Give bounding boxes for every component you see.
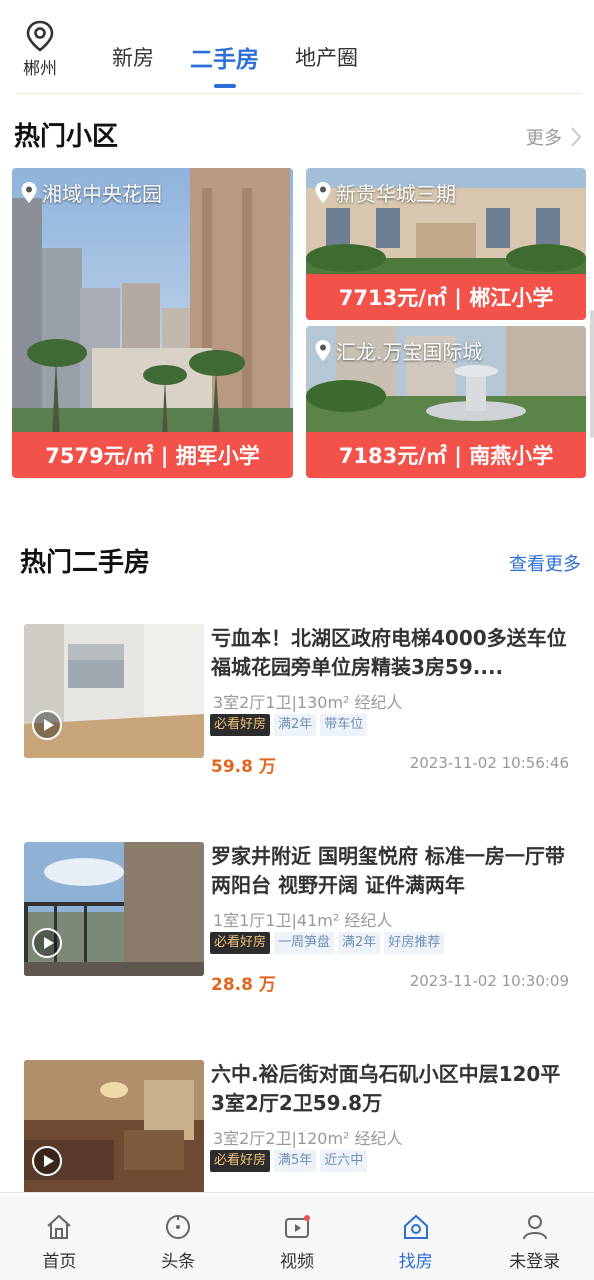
listing-meta: 3室2厅1卫|130m² 经纪人 [213,693,403,712]
community-name-text: 汇龙.万宝国际城 [336,340,483,364]
listing-thumbnail [24,624,204,758]
headline-icon [166,1215,191,1239]
community-card-large[interactable]: 湘域中央花园 7579元/㎡ | 拥军小学 [12,168,293,478]
find-house-icon [403,1214,428,1239]
community-name: 汇龙.万宝国际城 [314,336,482,365]
listing-tags: 必看好房 满2年 带车位 [210,714,371,736]
tag: 满2年 [274,714,317,736]
location-pin-icon [26,20,54,52]
listing-item[interactable]: 六中.裕后街对面乌石矶小区中层120平3室2厅2卫59.8万 3室2厅2卫|12… [24,1060,572,1200]
tag: 好房推荐 [384,932,445,954]
community-card-small[interactable]: 汇龙.万宝国际城 7183元/㎡ | 南燕小学 [306,326,586,478]
nav-find-house[interactable]: 找房 [356,1193,475,1280]
tag: 近六中 [320,1150,368,1172]
nav-label: 首页 [42,1252,77,1272]
scrollbar[interactable] [590,310,594,438]
nav-headlines[interactable]: 头条 [119,1193,238,1280]
play-video-icon[interactable] [32,1146,62,1176]
tab-real-estate-circle[interactable]: 地产圈 [295,42,358,76]
user-icon [522,1215,547,1240]
community-price-banner: 7713元/㎡ | 郴江小学 [306,274,586,320]
tag: 满5年 [274,1150,317,1172]
location-pin-icon [21,181,37,203]
location-label: 郴州 [23,59,57,79]
location-pin-icon [315,339,331,361]
listing-title: 六中.裕后街对面乌石矶小区中层120平3室2厅2卫59.8万 [211,1062,561,1115]
listing-meta: 1室1厅1卫|41m² 经纪人 [213,911,393,930]
play-video-icon[interactable] [32,928,62,958]
play-video-icon[interactable] [32,710,62,740]
bottom-nav: 首页 头条 视频 找房 未登录 [0,1192,594,1280]
hot-communities-more-link[interactable]: 更多 [526,124,584,150]
tab-second-hand[interactable]: 二手房 [190,40,259,88]
community-price-banner: 7579元/㎡ | 拥军小学 [12,432,293,478]
community-name: 湘域中央花园 [20,178,162,207]
listing-item[interactable]: 亏血本！北湖区政府电梯4000多送车位福城花园旁单位房精装3房59.... 3室… [24,624,572,777]
community-name-text: 新贵华城三期 [336,182,456,206]
tag: 带车位 [320,714,368,736]
listing-tags: 必看好房 一周笋盘 满2年 好房推荐 [210,932,448,954]
listing-title: 罗家井附近 国明玺悦府 标准一房一厅带两阳台 视野开阔 证件满两年 [211,844,565,897]
hot-communities-title: 热门小区 [14,122,119,152]
listing-title: 亏血本！北湖区政府电梯4000多送车位福城花园旁单位房精装3房59.... [211,626,567,679]
nav-label: 视频 [279,1252,314,1272]
listing-thumbnail [24,1060,204,1194]
hot-listings-more-link[interactable]: 查看更多 [509,550,581,576]
nav-label: 头条 [161,1252,196,1272]
nav-label: 找房 [398,1252,433,1272]
hot-listings-title: 热门二手房 [20,548,151,578]
tab-new-house[interactable]: 新房 [112,42,154,76]
listing-time: 2023-11-02 10:56:46 [409,754,569,772]
header-divider [16,93,582,94]
tag: 一周笋盘 [274,932,335,954]
home-icon [47,1214,72,1239]
listing-tags: 必看好房 满5年 近六中 [210,1150,371,1172]
video-icon [284,1215,310,1238]
more-label: 更多 [526,128,562,149]
community-name: 新贵华城三期 [314,178,456,207]
nav-label: 未登录 [509,1252,561,1272]
listing-price: 59.8 万 [211,757,276,777]
tag-must-see: 必看好房 [210,1150,271,1172]
community-name-text: 湘域中央花园 [42,182,162,206]
listing-time: 2023-11-02 10:30:09 [409,972,569,990]
chevron-right-icon [571,127,582,147]
listing-meta: 3室2厅2卫|120m² 经纪人 [213,1129,403,1148]
nav-video[interactable]: 视频 [238,1193,357,1280]
tag-must-see: 必看好房 [210,714,271,736]
top-bar: 郴州 新房 二手房 地产圈 [0,0,594,92]
listing-price: 28.8 万 [211,975,276,995]
nav-profile[interactable]: 未登录 [475,1193,594,1280]
listing-item[interactable]: 罗家井附近 国明玺悦府 标准一房一厅带两阳台 视野开阔 证件满两年 1室1厅1卫… [24,842,572,995]
location-pin-icon [315,181,331,203]
nav-home[interactable]: 首页 [0,1193,119,1280]
tag-must-see: 必看好房 [210,932,271,954]
community-card-small[interactable]: 新贵华城三期 7713元/㎡ | 郴江小学 [306,168,586,320]
location-selector[interactable]: 郴州 [20,20,60,79]
tag: 满2年 [338,932,381,954]
listing-thumbnail [24,842,204,976]
top-tabs: 新房 二手房 地产圈 [112,40,394,88]
community-price-banner: 7183元/㎡ | 南燕小学 [306,432,586,478]
